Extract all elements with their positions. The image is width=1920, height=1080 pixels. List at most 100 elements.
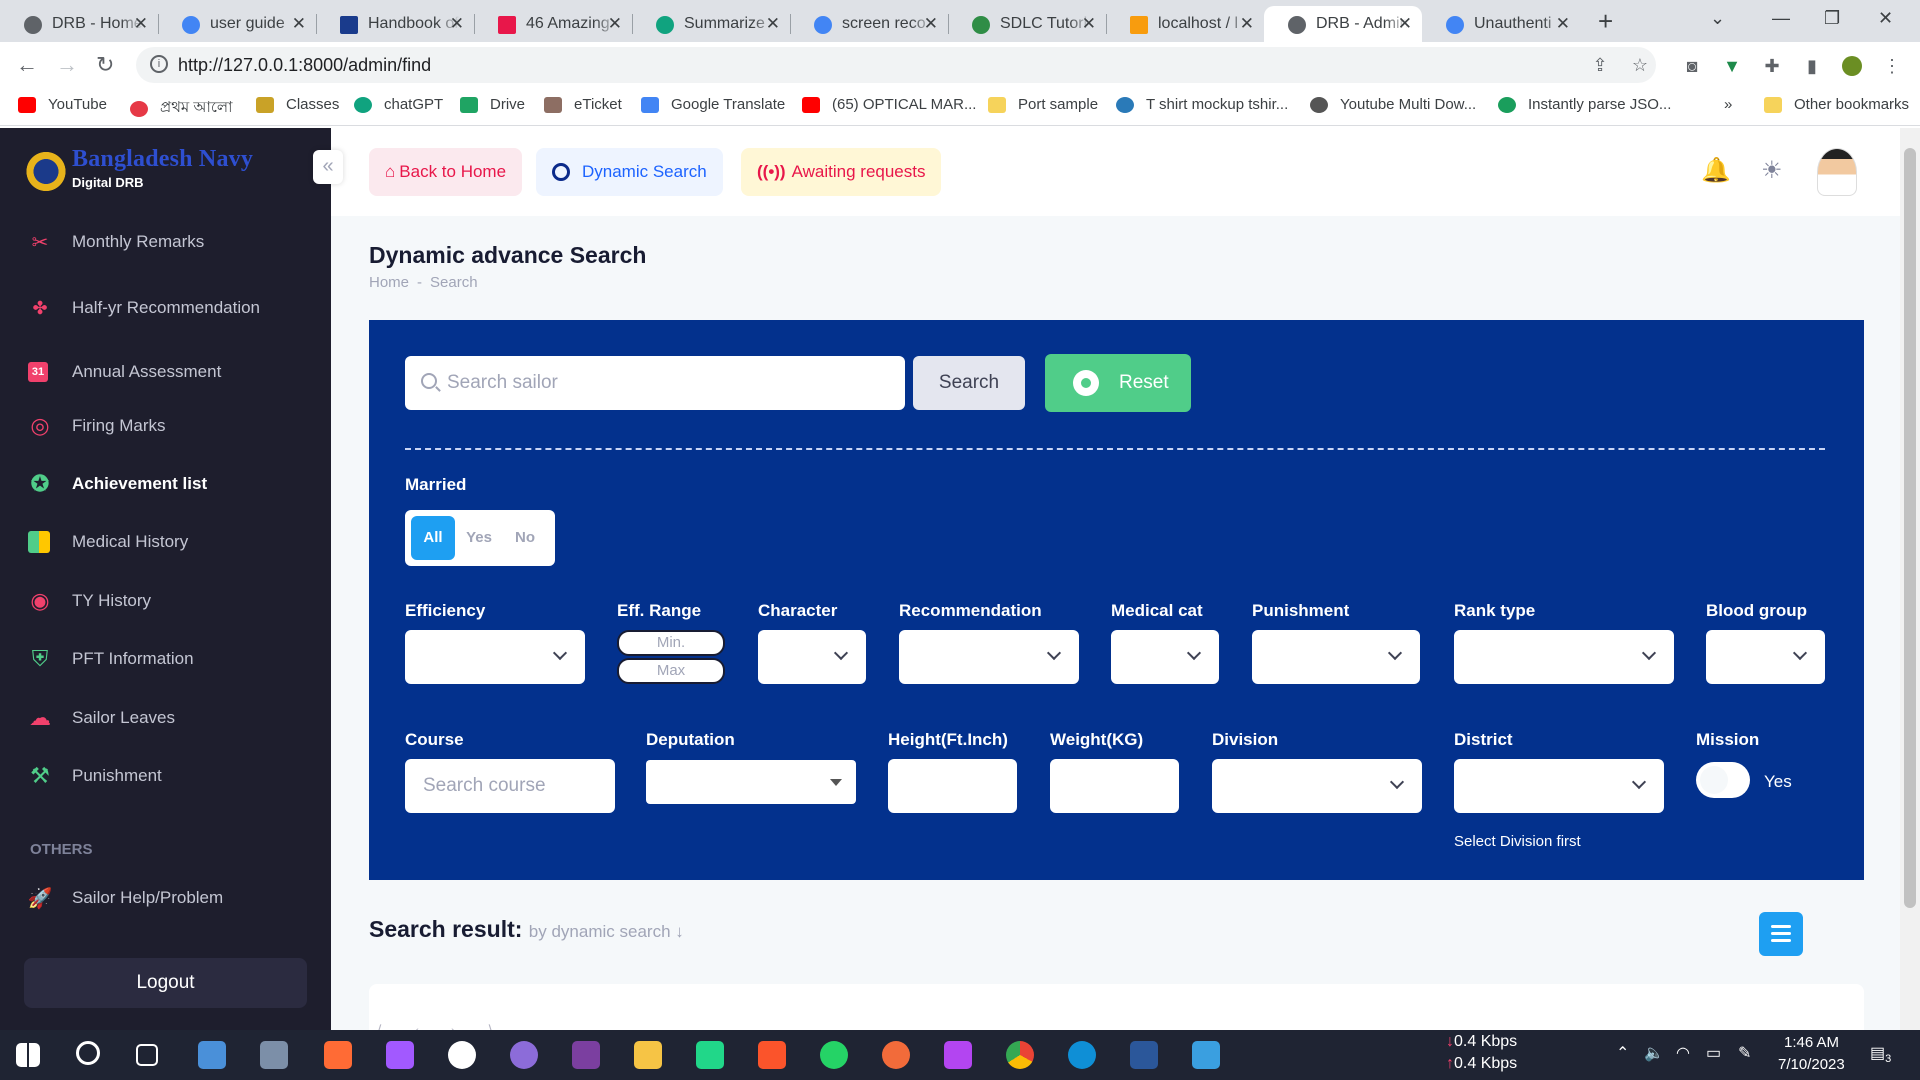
bookmark-item[interactable]: chatGPT <box>354 96 443 113</box>
sidebar-item-achievement-list[interactable]: ✪ Achievement list <box>28 469 207 499</box>
onenote-icon[interactable] <box>572 1041 600 1069</box>
bookmark-item[interactable]: T shirt mockup tshir... <box>1116 96 1288 113</box>
sidebar-item-pft-information[interactable]: ⛨ PFT Information <box>28 644 194 674</box>
browser-tab[interactable]: SDLC Tutori ✕ <box>948 6 1106 42</box>
bookmark-item[interactable]: Youtube Multi Dow... <box>1310 96 1476 113</box>
extensions-icon[interactable]: ✚ <box>1762 56 1782 76</box>
sidebar-item-ty-history[interactable]: ◉ TY History <box>28 586 151 616</box>
scrollbar-thumb[interactable] <box>1904 148 1916 908</box>
share-icon[interactable]: ⇪ <box>1590 55 1610 75</box>
breadcrumb-home[interactable]: Home <box>369 274 409 291</box>
bookmark-item[interactable]: eTicket <box>544 96 622 113</box>
whatsapp-icon[interactable] <box>820 1041 848 1069</box>
browser-tab[interactable]: Handbook of ✕ <box>316 6 474 42</box>
word-icon[interactable] <box>1130 1041 1158 1069</box>
sidebar-item-monthly-remarks[interactable]: ✂ Monthly Remarks <box>28 227 205 257</box>
district-select[interactable] <box>1454 759 1664 813</box>
page-scrollbar[interactable] <box>1900 128 1920 1030</box>
task-view-icon[interactable] <box>136 1044 158 1066</box>
browser-tab-active[interactable]: DRB - Admin ✕ <box>1264 6 1422 42</box>
close-icon[interactable]: ✕ <box>292 14 306 34</box>
bookmark-item[interactable]: Instantly parse JSO... <box>1498 96 1671 113</box>
back-arrow-icon[interactable]: ← <box>16 52 38 78</box>
close-icon[interactable]: ✕ <box>924 14 938 34</box>
browser-tab[interactable]: user guide ✕ <box>158 6 316 42</box>
close-icon[interactable]: ✕ <box>134 14 148 34</box>
logout-button[interactable]: Logout <box>24 958 307 1008</box>
new-tab-button[interactable]: + <box>1598 6 1613 37</box>
user-avatar[interactable] <box>1817 148 1857 196</box>
address-bar[interactable]: i http://127.0.0.1:8000/admin/find ⇪ ☆ <box>136 47 1656 83</box>
forward-arrow-icon[interactable]: → <box>56 52 78 78</box>
site-info-icon[interactable]: i <box>150 55 168 73</box>
brave-icon[interactable] <box>758 1041 786 1069</box>
tab-search-icon[interactable]: ⌄ <box>1710 8 1725 29</box>
github-desktop-icon[interactable] <box>510 1041 538 1069</box>
height-input[interactable] <box>888 759 1017 813</box>
dynamic-search-button[interactable]: Dynamic Search <box>536 148 723 196</box>
close-icon[interactable]: ✕ <box>450 14 464 34</box>
app-icon[interactable] <box>260 1041 288 1069</box>
bookmark-item[interactable]: Google Translate <box>641 96 785 113</box>
minimize-icon[interactable]: — <box>1772 8 1790 29</box>
app-icon[interactable] <box>324 1041 352 1069</box>
bookmark-item[interactable]: Classes <box>256 96 339 113</box>
sidebar-item-annual-assessment[interactable]: 31 Annual Assessment <box>28 357 221 387</box>
bookmark-item[interactable]: Drive <box>460 96 525 113</box>
screenshot-icon[interactable]: ◙ <box>1682 56 1702 76</box>
married-option-yes[interactable]: Yes <box>457 516 501 560</box>
list-view-button[interactable] <box>1759 912 1803 956</box>
files-app-icon[interactable] <box>198 1041 226 1069</box>
clock-time[interactable]: 1:46 AM <box>1784 1034 1839 1051</box>
mission-toggle[interactable] <box>1696 762 1750 798</box>
bookmark-item[interactable]: প্রথম আলো <box>130 96 232 121</box>
browser-tab[interactable]: localhost / l ✕ <box>1106 6 1264 42</box>
other-bookmarks[interactable]: Other bookmarks <box>1764 96 1909 113</box>
reset-button[interactable]: Reset <box>1045 354 1191 412</box>
notification-bell-icon[interactable]: 🔔 <box>1701 156 1731 185</box>
sidebar-item-sailor-leaves[interactable]: ☁ Sailor Leaves <box>28 703 175 733</box>
browser-tab[interactable]: Summarize ✕ <box>632 6 790 42</box>
vue-extension-icon[interactable]: ▼ <box>1722 56 1742 76</box>
close-icon[interactable]: ✕ <box>1398 14 1412 34</box>
theme-toggle-sun-icon[interactable]: ☀ <box>1761 156 1783 185</box>
browser-tab[interactable]: Unauthenti ✕ <box>1422 6 1580 42</box>
search-button[interactable]: Search <box>913 356 1025 410</box>
course-search-input[interactable]: Search course <box>405 759 615 813</box>
pycharm-icon[interactable] <box>696 1041 724 1069</box>
sidebar-item-sailor-help[interactable]: 🚀 Sailor Help/Problem <box>28 883 224 913</box>
close-icon[interactable]: ✕ <box>1082 14 1096 34</box>
menu-dots-icon[interactable]: ⋮ <box>1882 56 1902 76</box>
pen-icon[interactable]: ✎ <box>1738 1043 1751 1063</box>
phpstorm-icon[interactable] <box>944 1041 972 1069</box>
windows-start-icon[interactable] <box>16 1043 40 1067</box>
volume-icon[interactable]: 🔈 <box>1644 1043 1664 1063</box>
app-icon[interactable] <box>448 1041 476 1069</box>
sidebar-collapse-button[interactable]: « <box>313 150 343 184</box>
battery-icon[interactable]: ▭ <box>1706 1043 1721 1063</box>
bookmark-item[interactable]: (65) OPTICAL MAR... <box>802 96 976 113</box>
close-icon[interactable]: ✕ <box>1556 14 1570 34</box>
reload-icon[interactable]: ↻ <box>96 52 114 78</box>
bookmark-item[interactable]: Port sample <box>988 96 1098 113</box>
edge-icon[interactable] <box>1068 1041 1096 1069</box>
search-icon[interactable] <box>76 1041 100 1065</box>
medical-cat-select[interactable] <box>1111 630 1219 684</box>
browser-tab[interactable]: 46 Amazing ✕ <box>474 6 632 42</box>
brand-logo[interactable]: Bangladesh Navy Digital DRB <box>24 144 253 194</box>
character-select[interactable] <box>758 630 866 684</box>
bookmark-star-icon[interactable]: ☆ <box>1630 55 1650 75</box>
side-panel-icon[interactable]: ▮ <box>1802 56 1822 76</box>
division-select[interactable] <box>1212 759 1422 813</box>
photos-icon[interactable] <box>1192 1041 1220 1069</box>
recommendation-select[interactable] <box>899 630 1079 684</box>
efficiency-select[interactable] <box>405 630 585 684</box>
file-explorer-icon[interactable] <box>634 1041 662 1069</box>
eff-min-input[interactable]: Min. <box>617 630 725 656</box>
tray-chevron-icon[interactable]: ⌃ <box>1616 1043 1629 1063</box>
married-option-all[interactable]: All <box>411 516 455 560</box>
punishment-select[interactable] <box>1252 630 1420 684</box>
close-icon[interactable]: ✕ <box>608 14 622 34</box>
url-text[interactable]: http://127.0.0.1:8000/admin/find <box>178 55 431 76</box>
sailor-search-input[interactable] <box>447 356 897 410</box>
